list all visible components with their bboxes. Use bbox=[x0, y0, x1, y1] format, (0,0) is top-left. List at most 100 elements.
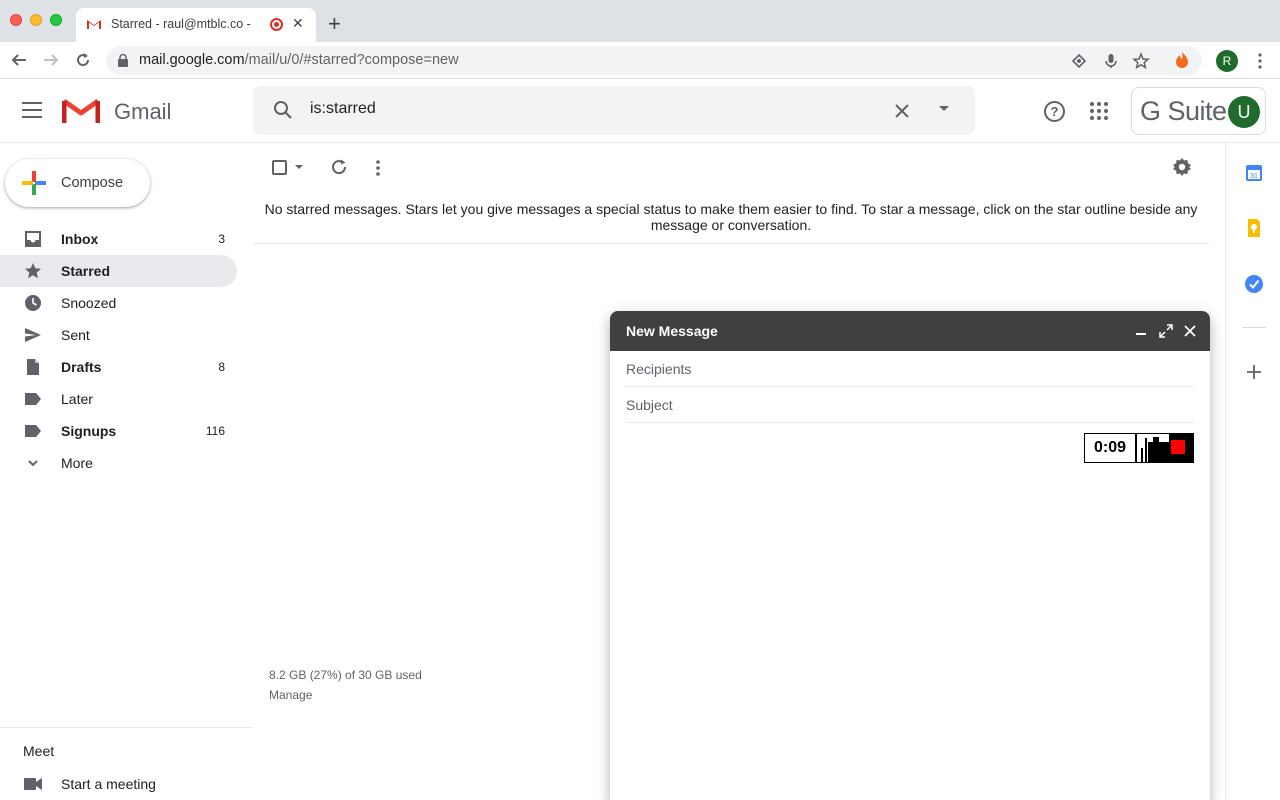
app-name: Gmail bbox=[114, 99, 172, 124]
sidebar-item-later[interactable]: Later bbox=[0, 383, 237, 415]
screen-recorder-widget: 0:09 bbox=[1084, 433, 1194, 463]
side-panel: 31 bbox=[1225, 143, 1280, 800]
label-icon bbox=[25, 393, 41, 405]
minimize-window-button[interactable] bbox=[30, 14, 42, 26]
send-icon bbox=[25, 328, 41, 342]
subject-placeholder: Subject bbox=[626, 397, 673, 413]
select-options-icon[interactable] bbox=[295, 165, 303, 169]
bookmark-star-icon[interactable] bbox=[1132, 52, 1150, 70]
gear-icon[interactable] bbox=[1172, 157, 1192, 177]
divider bbox=[1242, 327, 1266, 328]
search-icon[interactable] bbox=[273, 100, 293, 120]
keep-icon[interactable] bbox=[1244, 218, 1264, 238]
refresh-icon[interactable] bbox=[330, 158, 348, 176]
lock-icon bbox=[118, 54, 128, 67]
chevron-down-icon bbox=[28, 460, 38, 467]
subject-field[interactable]: Subject bbox=[626, 387, 1194, 423]
browser-tab-bar: Starred - raul@mtblc.co - ✕ + bbox=[0, 0, 1280, 42]
clear-search-icon[interactable] bbox=[894, 103, 910, 119]
search-options-icon[interactable] bbox=[939, 106, 949, 111]
compose-window: New Message Recipients Subject 0:09 bbox=[610, 311, 1210, 800]
compose-label: Compose bbox=[61, 175, 124, 191]
url-path: /mail/u/0/#starred?compose=new bbox=[244, 52, 459, 68]
compose-title: New Message bbox=[626, 323, 718, 339]
video-camera-icon bbox=[24, 778, 42, 790]
sidebar-nav: Inbox 3 Starred Snoozed Sent Drafts 8 La… bbox=[0, 223, 237, 479]
inbox-icon bbox=[25, 231, 41, 247]
sidebar-item-more[interactable]: More bbox=[0, 447, 237, 479]
tab-title: Starred - raul@mtblc.co - bbox=[111, 17, 251, 31]
reload-icon[interactable] bbox=[75, 52, 91, 68]
browser-toolbar: mail.google.com/mail/u/0/#starred?compos… bbox=[0, 42, 1280, 79]
manage-storage-link[interactable]: Manage bbox=[269, 688, 312, 702]
browser-profile-avatar[interactable]: R bbox=[1216, 50, 1238, 72]
sidebar-item-label: Drafts bbox=[61, 359, 102, 375]
close-window-button[interactable] bbox=[10, 14, 22, 26]
sidebar-item-sent[interactable]: Sent bbox=[0, 319, 237, 351]
compose-button[interactable]: Compose bbox=[5, 159, 150, 207]
account-switcher[interactable]: G Suite U bbox=[1131, 87, 1266, 135]
close-icon[interactable] bbox=[1184, 325, 1196, 337]
address-bar[interactable]: mail.google.com/mail/u/0/#starred?compos… bbox=[106, 46, 1202, 75]
svg-text:31: 31 bbox=[1250, 173, 1258, 180]
add-addon-icon[interactable] bbox=[1247, 365, 1261, 379]
search-bar[interactable]: is:starred bbox=[253, 86, 975, 135]
sidebar-item-inbox[interactable]: Inbox 3 bbox=[0, 223, 237, 255]
start-meeting-button[interactable]: Start a meeting bbox=[0, 772, 240, 796]
apps-grid-icon[interactable] bbox=[1090, 102, 1108, 120]
label-icon bbox=[25, 425, 41, 437]
sidebar-item-starred[interactable]: Starred bbox=[0, 255, 237, 287]
expand-icon[interactable] bbox=[1159, 324, 1173, 338]
compose-header[interactable]: New Message bbox=[610, 311, 1210, 351]
sidebar-item-drafts[interactable]: Drafts 8 bbox=[0, 351, 237, 383]
clock-icon bbox=[25, 295, 41, 311]
select-all-checkbox[interactable] bbox=[272, 160, 287, 175]
sidebar-item-label: More bbox=[61, 455, 93, 471]
recipients-field[interactable]: Recipients bbox=[626, 351, 1194, 387]
minimize-icon[interactable] bbox=[1136, 333, 1146, 335]
extension-flame-icon[interactable] bbox=[1174, 51, 1190, 69]
calendar-icon[interactable]: 31 bbox=[1244, 163, 1264, 183]
divider bbox=[0, 727, 253, 728]
help-icon[interactable]: ? bbox=[1044, 101, 1065, 122]
back-icon[interactable] bbox=[11, 52, 27, 68]
sidebar-item-label: Inbox bbox=[61, 231, 99, 247]
search-input[interactable]: is:starred bbox=[310, 100, 376, 118]
recipients-placeholder: Recipients bbox=[626, 361, 692, 377]
new-tab-button[interactable]: + bbox=[328, 13, 341, 35]
sidebar-item-label: Signups bbox=[61, 423, 117, 439]
meet-section-title: Meet bbox=[23, 743, 55, 759]
gmail-header: Gmail is:starred ? G Suite U bbox=[0, 79, 1280, 143]
url-text: mail.google.com/mail/u/0/#starred?compos… bbox=[139, 52, 459, 68]
message-list-toolbar bbox=[253, 143, 1209, 191]
gmail-favicon-icon bbox=[87, 20, 101, 29]
tab-close-icon[interactable]: ✕ bbox=[292, 15, 304, 32]
extension-icon[interactable] bbox=[1070, 52, 1088, 70]
tasks-icon[interactable] bbox=[1244, 274, 1264, 294]
microphone-icon[interactable] bbox=[1102, 52, 1120, 70]
maximize-window-button[interactable] bbox=[50, 14, 62, 26]
browser-menu-icon[interactable] bbox=[1257, 52, 1263, 70]
star-icon bbox=[25, 263, 41, 279]
sidebar-item-snoozed[interactable]: Snoozed bbox=[0, 287, 237, 319]
unread-count: 3 bbox=[218, 232, 225, 246]
more-options-icon[interactable] bbox=[373, 159, 383, 177]
gsuite-brand: G Suite bbox=[1140, 96, 1227, 126]
main-menu-icon[interactable] bbox=[22, 102, 42, 120]
empty-state-message: No starred messages. Stars let you give … bbox=[253, 191, 1209, 244]
storage-usage: 8.2 GB (27%) of 30 GB used bbox=[269, 668, 422, 682]
compose-plus-icon bbox=[22, 171, 46, 195]
recording-indicator-icon bbox=[270, 18, 283, 31]
sidebar-item-label: Starred bbox=[61, 263, 111, 279]
recording-timer: 0:09 bbox=[1085, 434, 1137, 462]
sidebar-item-signups[interactable]: Signups 116 bbox=[0, 415, 237, 447]
draft-icon bbox=[27, 359, 39, 375]
sidebar-item-label: Sent bbox=[61, 327, 90, 343]
sidebar-item-label: Snoozed bbox=[61, 295, 117, 311]
avatar[interactable]: U bbox=[1228, 96, 1260, 128]
forward-icon[interactable] bbox=[43, 52, 59, 68]
browser-tab[interactable]: Starred - raul@mtblc.co - ✕ bbox=[76, 8, 316, 42]
stop-recording-button[interactable] bbox=[1171, 440, 1185, 454]
url-host: mail.google.com bbox=[139, 52, 245, 68]
gmail-logo-icon[interactable] bbox=[62, 97, 100, 125]
